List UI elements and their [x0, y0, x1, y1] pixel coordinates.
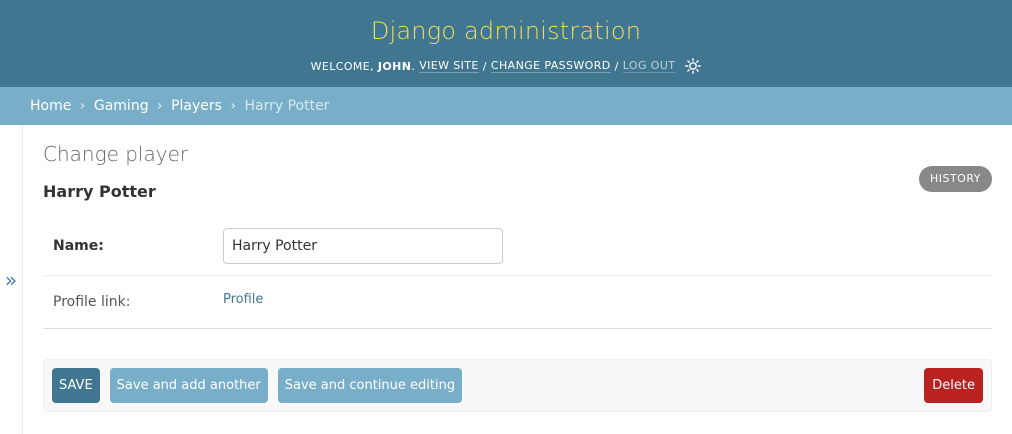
breadcrumb-separator: › [230, 98, 237, 114]
history-button[interactable]: HISTORY [918, 166, 992, 192]
profile-link-label: Profile link: [53, 294, 131, 310]
user-tools: WELCOME, JOHN. VIEW SITE / CHANGE PASSWO… [311, 58, 702, 74]
breadcrumb-separator: › [157, 98, 163, 114]
breadcrumb-home[interactable]: Home [30, 98, 71, 114]
name-field-row: Name: [43, 216, 992, 276]
header: Django administration WELCOME, JOHN. VIE… [0, 0, 1012, 87]
username: JOHN [377, 59, 412, 73]
save-button[interactable]: SAVE [52, 368, 100, 403]
name-label: Name: [53, 237, 104, 254]
profile-link-row: Profile link: Profile [43, 276, 992, 329]
profile-link[interactable]: Profile [223, 292, 263, 307]
name-input[interactable] [223, 227, 503, 264]
double-chevron-right-icon: » [4, 267, 18, 292]
separator: / [482, 59, 487, 73]
submit-row: SAVE Save and add another Save and conti… [43, 359, 992, 412]
site-name[interactable]: Django administration [0, 16, 1012, 46]
content: Change player HISTORY Harry Potter Name:… [43, 125, 992, 412]
log-out-button[interactable]: LOG OUT [622, 59, 676, 73]
main: » Change player HISTORY Harry Potter Nam… [0, 125, 1012, 434]
welcome-text: WELCOME, [310, 59, 375, 73]
page-title: Change player [43, 142, 189, 166]
breadcrumb-current: Harry Potter [244, 98, 330, 114]
object-title: Harry Potter [43, 182, 156, 201]
delete-button[interactable]: Delete [924, 368, 983, 403]
breadcrumb-players[interactable]: Players [171, 98, 222, 114]
save-and-continue-editing-button[interactable]: Save and continue editing [277, 368, 463, 403]
breadcrumb: Home › Gaming › Players › Harry Potter [0, 87, 1012, 125]
separator: / [614, 59, 619, 73]
breadcrumb-gaming[interactable]: Gaming [94, 98, 149, 114]
sun-icon[interactable] [685, 58, 702, 74]
change-password-link[interactable]: CHANGE PASSWORD [490, 59, 611, 73]
breadcrumb-separator: › [79, 98, 86, 114]
save-and-add-another-button[interactable]: Save and add another [109, 368, 268, 403]
view-site-link[interactable]: VIEW SITE [419, 59, 479, 73]
sidebar-toggle-button[interactable]: » [0, 125, 23, 434]
